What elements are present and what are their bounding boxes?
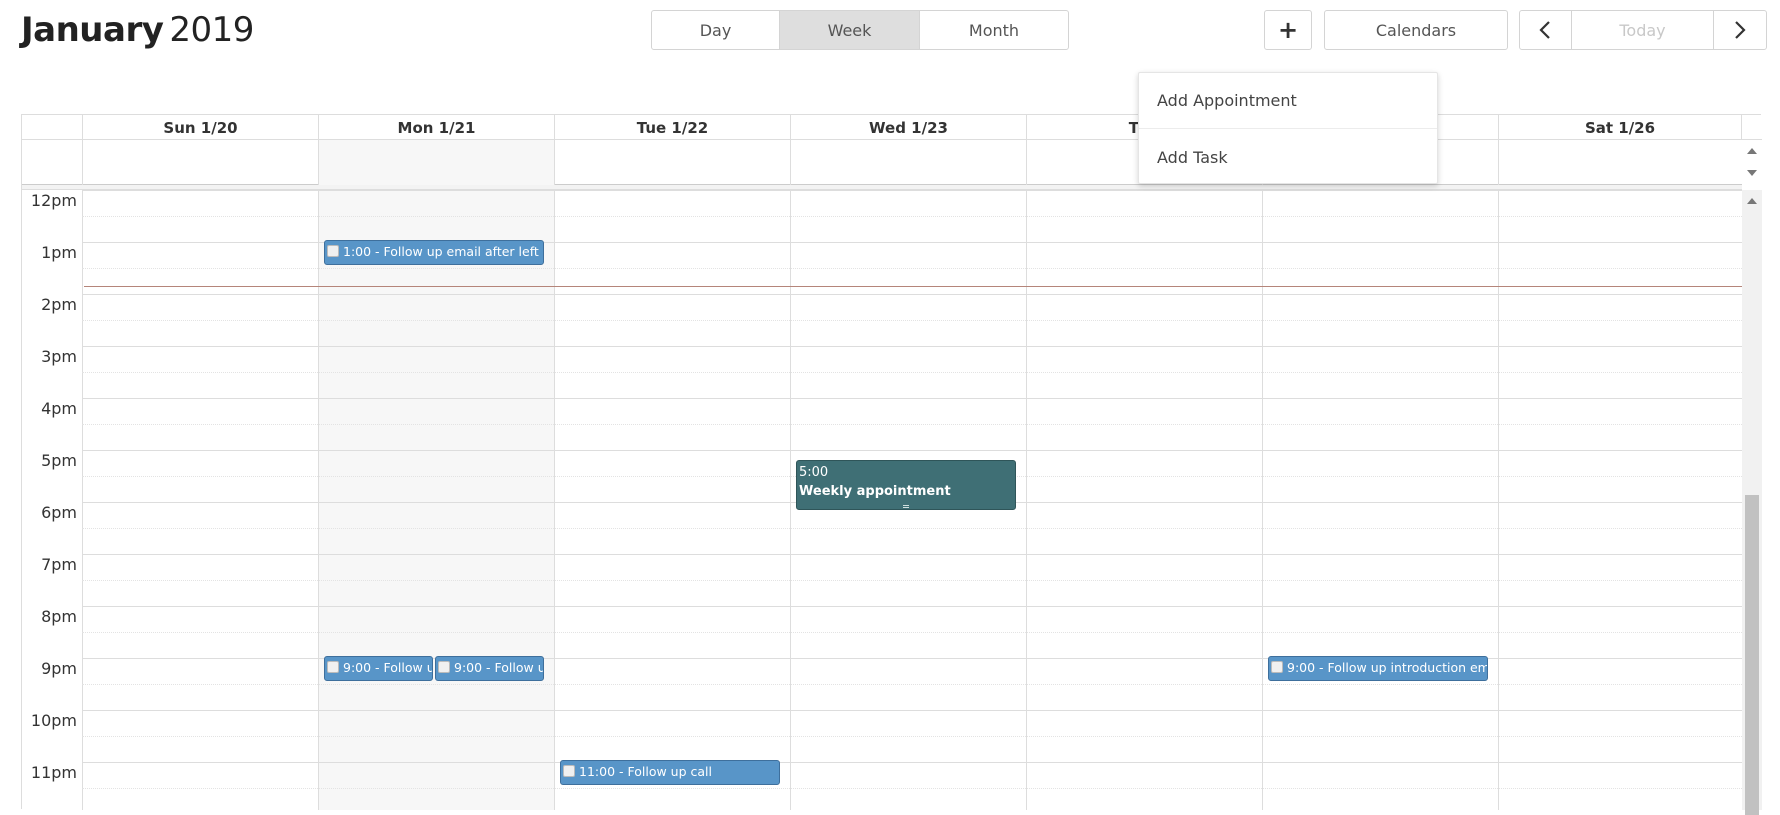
task-event[interactable]: 1:00 - Follow up email after left w xyxy=(324,240,544,265)
hour-gridline xyxy=(82,762,1742,763)
hour-gridline xyxy=(82,554,1742,555)
task-checkbox[interactable] xyxy=(327,245,339,257)
event-label: 9:00 - Follow u xyxy=(454,660,544,675)
task-event[interactable]: 9:00 - Follow up introduction em xyxy=(1268,656,1488,681)
hour-label: 4pm xyxy=(41,399,77,418)
day-header-mon: Mon 1/21 xyxy=(318,115,554,140)
previous-week-button[interactable] xyxy=(1520,11,1572,49)
hour-gridline xyxy=(82,294,1742,295)
event-label: 1:00 - Follow up email after left w xyxy=(343,244,544,259)
resize-handle[interactable] xyxy=(903,505,909,508)
half-hour-gridline xyxy=(82,684,1742,685)
day-header-sun: Sun 1/20 xyxy=(82,115,318,140)
calendars-button[interactable]: Calendars xyxy=(1324,10,1508,50)
hour-gridline xyxy=(82,398,1742,399)
day-header-row: Sun 1/20 Mon 1/21 Tue 1/22 Wed 1/23 Thu … xyxy=(22,115,1762,140)
half-hour-gridline xyxy=(82,788,1742,789)
week-view-button[interactable]: Week xyxy=(780,11,920,49)
add-dropdown-menu: Add Appointment Add Task xyxy=(1138,72,1438,184)
hour-label: 9pm xyxy=(41,659,77,678)
half-hour-gridline xyxy=(82,372,1742,373)
add-button[interactable]: + xyxy=(1264,10,1312,50)
day-header-tue: Tue 1/22 xyxy=(554,115,790,140)
all-day-cell[interactable] xyxy=(554,140,790,185)
time-grid-scrollbar[interactable] xyxy=(1742,190,1762,815)
hour-label: 5pm xyxy=(41,451,77,470)
hour-gridline xyxy=(82,346,1742,347)
add-task-menu-item[interactable]: Add Task xyxy=(1139,129,1437,185)
month-label: January xyxy=(21,10,164,50)
all-day-cell[interactable] xyxy=(1498,140,1742,185)
day-column-fri[interactable] xyxy=(1262,190,1498,810)
half-hour-gridline xyxy=(82,268,1742,269)
task-event[interactable]: 9:00 - Follow u xyxy=(324,656,433,681)
hour-label: 3pm xyxy=(41,347,77,366)
task-checkbox[interactable] xyxy=(438,661,450,673)
hour-label: 10pm xyxy=(30,711,77,730)
day-column-tue[interactable] xyxy=(554,190,790,810)
year-label: 2019 xyxy=(169,10,254,50)
all-day-cell[interactable] xyxy=(790,140,1026,185)
appointment-event[interactable]: 5:00 Weekly appointment xyxy=(796,460,1016,510)
half-hour-gridline xyxy=(82,580,1742,581)
hour-label: 12pm xyxy=(30,191,77,210)
task-checkbox[interactable] xyxy=(1271,661,1283,673)
hour-gridline xyxy=(82,606,1742,607)
appointment-name: Weekly appointment xyxy=(799,484,951,499)
task-checkbox[interactable] xyxy=(563,765,575,777)
task-checkbox[interactable] xyxy=(327,661,339,673)
month-view-button[interactable]: Month xyxy=(920,11,1068,49)
hour-label: 7pm xyxy=(41,555,77,574)
current-time-indicator xyxy=(84,286,1742,287)
all-day-row xyxy=(22,140,1742,185)
day-column-sun[interactable] xyxy=(82,190,318,810)
task-event[interactable]: 9:00 - Follow u xyxy=(435,656,544,681)
hour-label: 1pm xyxy=(41,243,77,262)
appointment-time: 5:00 xyxy=(799,465,829,480)
half-hour-gridline xyxy=(82,424,1742,425)
hour-label: 6pm xyxy=(41,503,77,522)
chevron-left-icon xyxy=(1539,21,1551,39)
chevron-right-icon xyxy=(1735,21,1746,39)
all-day-cell[interactable] xyxy=(82,140,318,185)
add-appointment-menu-item[interactable]: Add Appointment xyxy=(1139,73,1437,129)
all-day-cell[interactable] xyxy=(318,140,554,185)
scroll-down-arrow-icon[interactable] xyxy=(1747,170,1757,176)
date-navigation: Today xyxy=(1519,10,1767,50)
week-calendar: Sun 1/20 Mon 1/21 Tue 1/22 Wed 1/23 Thu … xyxy=(21,114,1762,815)
page-title: January 2019 xyxy=(21,10,254,50)
today-button[interactable]: Today xyxy=(1572,11,1715,49)
hour-label: 11pm xyxy=(30,763,77,782)
half-hour-gridline xyxy=(82,216,1742,217)
hour-label: 2pm xyxy=(41,295,77,314)
time-grid: 12pm 1pm 2pm 3pm 4pm 5pm 6pm 7pm 8pm 9pm… xyxy=(22,190,1742,810)
event-label: 9:00 - Follow u xyxy=(343,660,433,675)
half-hour-gridline xyxy=(82,736,1742,737)
all-day-scrollbar[interactable] xyxy=(1742,140,1762,185)
day-column-thu[interactable] xyxy=(1026,190,1262,810)
hour-gridline xyxy=(82,450,1742,451)
day-header-wed: Wed 1/23 xyxy=(790,115,1026,140)
half-hour-gridline xyxy=(82,528,1742,529)
half-hour-gridline xyxy=(82,632,1742,633)
half-hour-gridline xyxy=(82,320,1742,321)
event-label: 9:00 - Follow up introduction em xyxy=(1287,660,1488,675)
hour-gridline xyxy=(82,710,1742,711)
day-column-sat[interactable] xyxy=(1498,190,1742,810)
day-column-mon[interactable] xyxy=(318,190,554,810)
scroll-up-arrow-icon[interactable] xyxy=(1747,148,1757,154)
scroll-up-arrow-icon[interactable] xyxy=(1747,198,1757,204)
hour-label: 8pm xyxy=(41,607,77,626)
view-switcher: Day Week Month xyxy=(651,10,1069,50)
day-view-button[interactable]: Day xyxy=(652,11,780,49)
event-label: 11:00 - Follow up call xyxy=(579,764,712,779)
next-week-button[interactable] xyxy=(1714,11,1766,49)
day-header-sat: Sat 1/26 xyxy=(1498,115,1742,140)
hour-gridline xyxy=(82,190,1742,191)
scrollbar-thumb[interactable] xyxy=(1745,495,1759,815)
task-event[interactable]: 11:00 - Follow up call xyxy=(560,760,780,785)
